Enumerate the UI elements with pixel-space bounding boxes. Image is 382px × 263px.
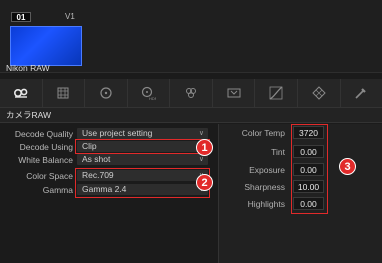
clip-number: 01 [11, 12, 31, 22]
white-balance-value: As shot [82, 154, 111, 164]
sharpness-label: Sharpness [244, 182, 285, 192]
decode-using-label: Decode Using [19, 142, 73, 152]
color-match-icon[interactable] [43, 79, 86, 107]
curves-icon[interactable] [255, 79, 298, 107]
section-title: カメラRAW [0, 108, 382, 123]
callout-box-2 [75, 168, 210, 198]
white-balance-select[interactable]: As shot ∨ [77, 154, 208, 165]
clip-name: Nikon RAW [6, 63, 50, 73]
raw-adjustments-panel: Color Temp 3720 Tint 0.00 Exposure 0.00 … [218, 124, 382, 263]
qualifier-icon[interactable] [341, 79, 382, 107]
callout-marker-3: 3 [339, 158, 356, 175]
motion-effects-icon[interactable] [213, 79, 256, 107]
clip-track-label: V1 [65, 12, 75, 21]
decode-quality-select[interactable]: Use project setting ∨ [77, 128, 208, 139]
exposure-label: Exposure [249, 165, 285, 175]
color-space-label: Color Space [26, 171, 73, 181]
callout-marker-1: 1 [196, 139, 213, 156]
camera-raw-icon[interactable] [0, 79, 43, 107]
decode-quality-value: Use project setting [82, 128, 153, 138]
clip-image[interactable] [10, 26, 82, 66]
callout-marker-2: 2 [196, 174, 213, 191]
white-balance-row: White Balance As shot ∨ [0, 154, 216, 166]
highlights-label: Highlights [247, 199, 285, 209]
clip-strip: 01 V1 Nikon RAW [0, 0, 382, 73]
clip-thumbnail[interactable]: 01 V1 [5, 6, 82, 66]
color-temp-label: Color Temp [241, 128, 285, 138]
chevron-down-icon: ∨ [198, 130, 204, 137]
callout-box-3 [291, 124, 328, 214]
tint-label: Tint [271, 147, 285, 157]
color-wheels-icon[interactable] [85, 79, 128, 107]
palette-toolbar: HDR [0, 79, 382, 108]
hdr-wheels-icon[interactable]: HDR [128, 79, 171, 107]
callout-box-1 [75, 139, 210, 154]
color-warper-icon[interactable] [298, 79, 341, 107]
rgb-mixer-icon[interactable] [170, 79, 213, 107]
gamma-label: Gamma [42, 185, 73, 195]
decode-settings-panel: Decode Quality Use project setting ∨ Deco… [0, 124, 216, 263]
white-balance-label: White Balance [18, 155, 73, 165]
svg-text:HDR: HDR [149, 96, 156, 101]
decode-quality-label: Decode Quality [14, 129, 73, 139]
